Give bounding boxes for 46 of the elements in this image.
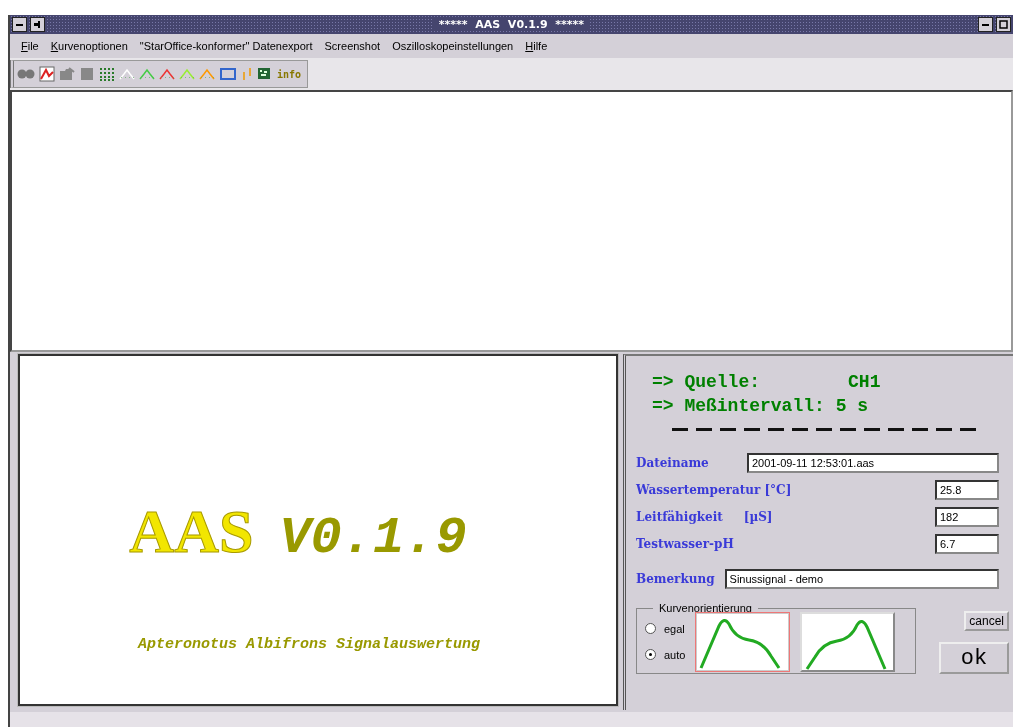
menu-item[interactable]: Hilfe [520,38,553,54]
field-label: Dateiname [636,455,709,470]
interval-label: => Meßintervall: 5 s [652,395,870,418]
input-field[interactable]: Sinussignal - demo [724,568,999,589]
square-icon[interactable] [79,66,95,82]
board-icon[interactable] [257,66,271,82]
radio-label: egal [664,622,685,635]
input-field[interactable]: 25.8 [935,479,999,500]
chart-icon[interactable] [39,66,55,82]
menu-item[interactable]: "StarOffice-konformer" Datenexport [134,38,318,54]
field-label: Leitfähigkeit [µS] [636,509,773,524]
curve-button[interactable] [695,611,791,672]
cancel-button[interactable]: cancel [964,611,1009,631]
menu-item[interactable]: Screenshot [319,38,386,54]
window-title: ***** AAS V0.1.9 ***** [432,18,591,31]
field-label: Testwasser-pH [636,536,734,551]
input-field[interactable]: 182 [935,506,999,527]
group-title: Kurvenorientierung [658,602,753,614]
app-name: AAS [129,496,254,567]
menu-item[interactable]: Oszilloskopeinstellungen [387,38,519,54]
input-field[interactable]: 2001-09-11 12:53:01.aas [747,452,999,473]
menu-item[interactable]: File [16,38,44,54]
minimize-button[interactable] [978,17,993,32]
pin-button[interactable] [30,17,45,32]
app-subtitle: Apteronotus Albifrons Signalauswertung [137,636,481,653]
input-field[interactable]: 6.7 [935,533,999,554]
menu-button[interactable] [12,17,27,32]
rectangle-icon[interactable] [219,66,237,82]
maximize-button[interactable] [996,17,1011,32]
folder-icon[interactable] [59,66,75,82]
ok-button[interactable]: ok [939,642,1009,674]
radio-option[interactable]: egal [645,622,686,635]
source-value: CH1 [848,371,881,394]
maximize-icon [999,20,1008,29]
menu-item[interactable]: Kurvenoptionen [45,38,133,54]
radio-button[interactable] [645,649,656,660]
source-label: => Quelle: [652,371,761,394]
curve-icon[interactable] [159,66,175,82]
radio-option[interactable]: auto [645,648,686,661]
pin-icon [33,20,42,29]
radio-button[interactable] [645,623,656,634]
radio-label: auto [664,648,686,661]
version-label: V0.1.9 [279,509,467,568]
field-label: Wassertemperatur [°C] [636,482,792,497]
field-label: Bemerkung [636,571,715,586]
grid-icon[interactable] [99,66,115,82]
